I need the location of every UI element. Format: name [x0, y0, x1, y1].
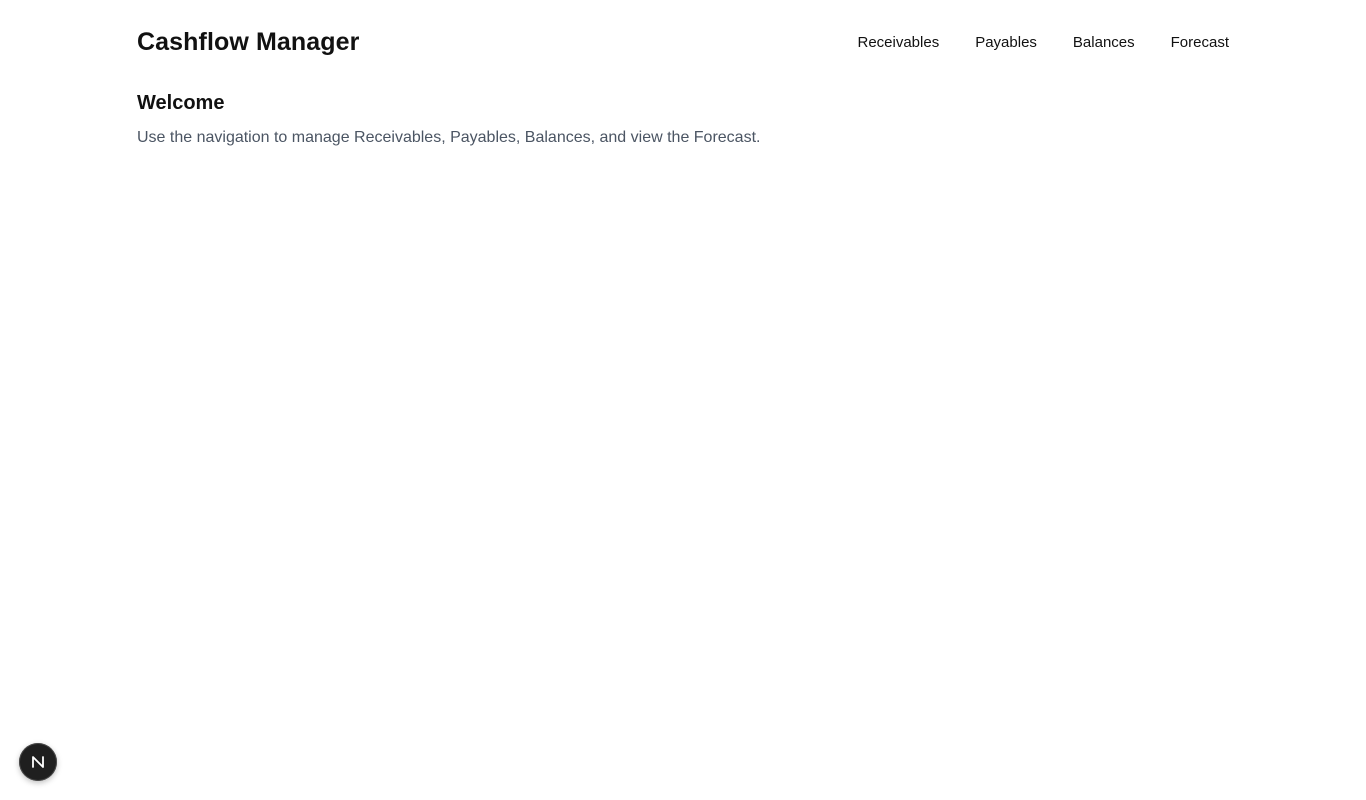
nav-link-receivables[interactable]: Receivables	[857, 34, 939, 51]
nav-link-payables[interactable]: Payables	[975, 34, 1037, 51]
welcome-description: Use the navigation to manage Receivables…	[137, 129, 761, 146]
main-content: Welcome Use the navigation to manage Rec…	[137, 84, 1229, 147]
top-header: Cashflow Manager Receivables Payables Ba…	[137, 0, 1229, 84]
page-container: Cashflow Manager Receivables Payables Ba…	[137, 0, 1229, 147]
nextjs-dev-indicator-button[interactable]	[19, 743, 57, 781]
nextjs-n-icon	[32, 756, 44, 768]
brand-title[interactable]: Cashflow Manager	[137, 28, 359, 57]
nav-link-balances[interactable]: Balances	[1073, 34, 1135, 51]
main-nav: Receivables Payables Balances Forecast	[857, 34, 1229, 51]
page: Cashflow Manager Receivables Payables Ba…	[0, 0, 1366, 800]
welcome-heading: Welcome	[137, 92, 225, 114]
nav-link-forecast[interactable]: Forecast	[1171, 34, 1229, 51]
